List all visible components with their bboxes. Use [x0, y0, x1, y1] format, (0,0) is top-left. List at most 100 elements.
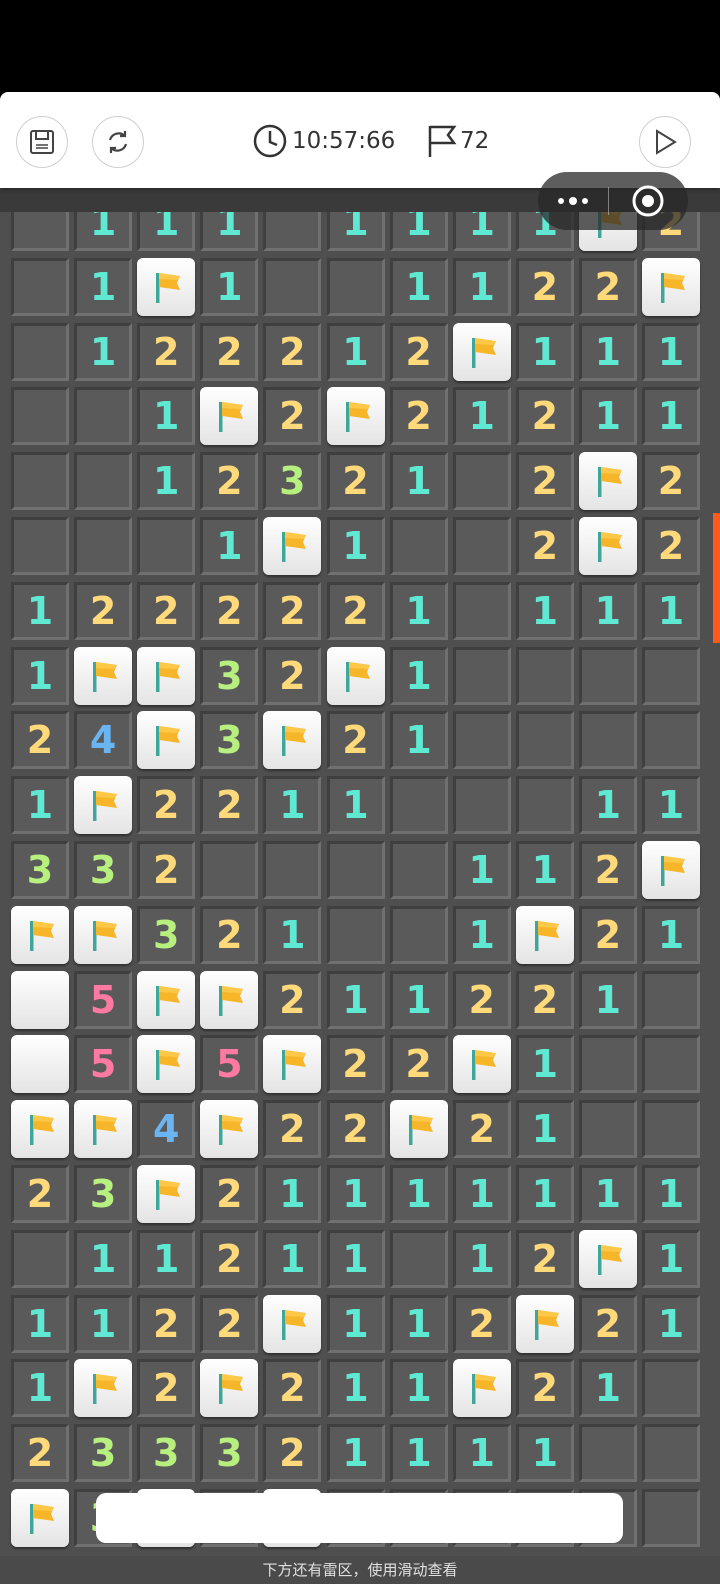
board-cell-number[interactable]: 3	[137, 1424, 196, 1483]
board-cell-number[interactable]: 1	[515, 581, 574, 640]
board-cell-number[interactable]: 1	[642, 1229, 700, 1288]
more-button[interactable]	[538, 172, 608, 230]
board-cell-number[interactable]: 2	[200, 1229, 259, 1288]
board-cell-number[interactable]: 3	[11, 841, 69, 899]
board-cell-number[interactable]: 1	[263, 1165, 322, 1223]
board-cell-number[interactable]: 1	[137, 452, 196, 511]
scroll-indicator[interactable]	[713, 513, 720, 643]
board-cell-flagged[interactable]	[326, 387, 385, 446]
board-cell-number[interactable]: 2	[326, 1100, 385, 1159]
board-cell-number[interactable]: 2	[263, 970, 322, 1029]
board-cell-number[interactable]: 1	[326, 517, 385, 575]
close-miniprogram-button[interactable]	[609, 172, 687, 230]
board-cell-closed[interactable]	[452, 581, 511, 640]
board-cell-number[interactable]: 3	[200, 711, 259, 770]
board-cell-number[interactable]: 2	[578, 1294, 637, 1353]
board-cell-number[interactable]: 3	[200, 646, 259, 705]
board-cell-number[interactable]: 1	[74, 322, 133, 381]
board-cell-number[interactable]: 1	[389, 1359, 448, 1418]
board-cell-closed[interactable]	[389, 1229, 448, 1288]
board-cell-number[interactable]: 2	[74, 581, 133, 640]
board-cell-closed[interactable]	[452, 452, 511, 511]
board-cell-number[interactable]: 2	[515, 1229, 574, 1288]
board-cell-flagged[interactable]	[326, 646, 385, 705]
board-cell-number[interactable]: 1	[642, 1165, 700, 1223]
board-cell-number[interactable]: 2	[200, 1294, 259, 1353]
board-cell-flagged[interactable]	[578, 452, 637, 511]
board-cell-flagged[interactable]	[74, 1359, 133, 1418]
board-cell-flagged[interactable]	[515, 905, 574, 964]
board-cell-closed[interactable]	[11, 1229, 69, 1288]
board-cell-closed[interactable]	[200, 841, 259, 899]
board-cell-flagged[interactable]	[515, 1294, 574, 1353]
board-cell-closed[interactable]	[74, 387, 133, 446]
board-cell-number[interactable]: 1	[137, 1229, 196, 1288]
board-cell-number[interactable]: 1	[642, 1294, 700, 1353]
board-cell-flagged[interactable]	[74, 646, 133, 705]
board-cell-number[interactable]: 2	[137, 1294, 196, 1353]
board-cell-number[interactable]: 1	[74, 257, 133, 316]
board-cell-number[interactable]: 2	[11, 1165, 69, 1223]
board-cell-number[interactable]: 5	[74, 970, 133, 1029]
board-cell-flagged[interactable]	[642, 257, 700, 316]
board-cell-flagged[interactable]	[11, 905, 69, 964]
board-cell-closed[interactable]	[642, 1100, 700, 1159]
board-cell-number[interactable]: 2	[263, 1359, 322, 1418]
board-cell-closed[interactable]	[326, 257, 385, 316]
board-cell-number[interactable]: 1	[642, 776, 700, 835]
board-cell-closed[interactable]	[11, 452, 69, 511]
board-cell-closed[interactable]	[263, 841, 322, 899]
board-cell-closed[interactable]	[578, 646, 637, 705]
board-cell-number[interactable]: 2	[137, 841, 196, 899]
board-cell-flagged[interactable]	[137, 257, 196, 316]
board-cell-closed[interactable]	[11, 257, 69, 316]
board-cell-number[interactable]: 3	[200, 1424, 259, 1483]
board-cell-flagged[interactable]	[11, 1100, 69, 1159]
board-cell-number[interactable]: 1	[326, 970, 385, 1029]
board-cell-number[interactable]: 1	[389, 452, 448, 511]
board-cell-flagged[interactable]	[74, 905, 133, 964]
board-cell-number[interactable]: 1	[11, 581, 69, 640]
board-cell-flagged[interactable]	[452, 1359, 511, 1418]
board-cell-number[interactable]: 3	[263, 452, 322, 511]
board-cell-number[interactable]: 3	[137, 905, 196, 964]
minesweeper-board[interactable]: 1111111211112212221211112212111232122112…	[0, 188, 720, 1584]
board-cell-flagged[interactable]	[74, 776, 133, 835]
board-cell-number[interactable]: 2	[263, 387, 322, 446]
board-cell-number[interactable]: 1	[326, 1294, 385, 1353]
board-cell-number[interactable]: 1	[263, 905, 322, 964]
board-cell-number[interactable]: 1	[578, 387, 637, 446]
board-cell-closed[interactable]	[74, 517, 133, 575]
board-cell-number[interactable]: 2	[642, 452, 700, 511]
board-cell-number[interactable]: 1	[263, 776, 322, 835]
board-cell-closed[interactable]	[137, 517, 196, 575]
board-cell-closed[interactable]	[515, 711, 574, 770]
board-cell-closed[interactable]	[326, 905, 385, 964]
board-cell-number[interactable]: 2	[200, 581, 259, 640]
board-cell-closed[interactable]	[642, 711, 700, 770]
board-cell-closed[interactable]	[389, 776, 448, 835]
board-cell-number[interactable]: 2	[515, 517, 574, 575]
board-cell-number[interactable]: 2	[263, 1100, 322, 1159]
board-cell-number[interactable]: 1	[578, 970, 637, 1029]
board-cell-number[interactable]: 1	[389, 1294, 448, 1353]
board-cell-flagged[interactable]	[200, 1359, 259, 1418]
board-cell-flagged[interactable]	[200, 1100, 259, 1159]
board-cell-closed[interactable]	[389, 841, 448, 899]
board-cell-number[interactable]: 2	[263, 646, 322, 705]
board-cell-closed[interactable]	[642, 646, 700, 705]
board-cell-number[interactable]: 1	[11, 1294, 69, 1353]
board-cell-closed[interactable]	[389, 905, 448, 964]
board-cell-number[interactable]: 4	[74, 711, 133, 770]
board-cell-number[interactable]: 1	[326, 776, 385, 835]
board-cell-number[interactable]: 1	[642, 387, 700, 446]
board-cell-number[interactable]: 2	[11, 711, 69, 770]
board-cell-closed[interactable]	[452, 646, 511, 705]
board-cell-number[interactable]: 2	[137, 581, 196, 640]
board-cell-number[interactable]: 2	[200, 452, 259, 511]
board-cell-number[interactable]: 1	[452, 1424, 511, 1483]
board-cell-flagged[interactable]	[452, 322, 511, 381]
board-cell-highlighted[interactable]	[11, 970, 69, 1029]
board-cell-number[interactable]: 2	[515, 1359, 574, 1418]
board-cell-number[interactable]: 2	[326, 711, 385, 770]
